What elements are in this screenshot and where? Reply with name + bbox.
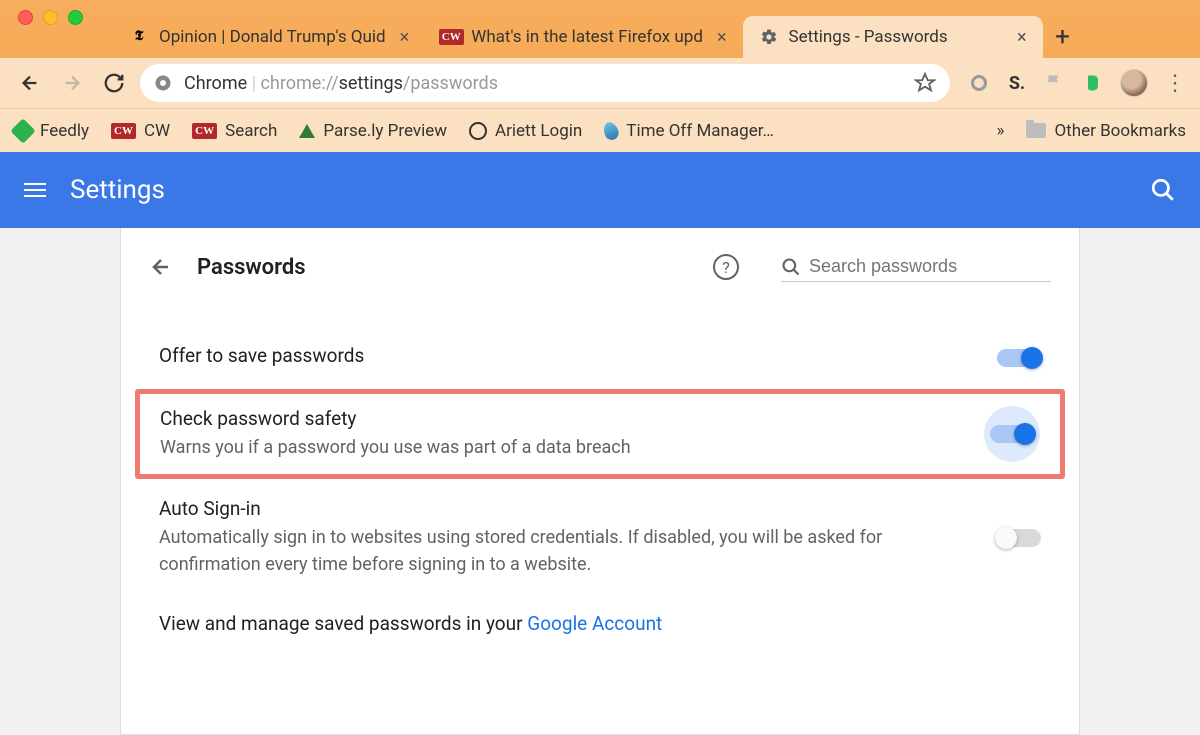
passwords-card: Passwords ? Offer to save passwords Chec… [120,228,1080,735]
nyt-icon: 𝕿 [129,27,149,47]
setting-check-safety: Check password safety Warns you if a pas… [160,402,1040,466]
bookmark-label: Ariett Login [495,121,582,141]
cw-icon: CW [111,123,136,139]
bookmark-parsely[interactable]: Parse.ly Preview [299,121,447,141]
profile-avatar[interactable] [1120,69,1148,97]
url-text: Chrome | chrome://settings/passwords [184,73,870,94]
bookmarks-bar: Feedly CW CW CW Search Parse.ly Preview Ar… [0,108,1200,152]
address-bar[interactable]: Chrome | chrome://settings/passwords [140,64,950,102]
setting-subtitle: Warns you if a password you use was part… [160,434,964,461]
setting-title: Offer to save passwords [159,344,977,367]
parsely-icon [299,124,315,138]
bookmark-label: Time Off Manager… [626,121,774,141]
manage-prefix: View and manage saved passwords in your [159,612,527,635]
content-area: Passwords ? Offer to save passwords Chec… [0,228,1200,735]
toggle-check-safety[interactable] [990,425,1034,443]
reload-button[interactable] [98,67,130,99]
bookmark-timeoff[interactable]: Time Off Manager… [604,121,774,141]
bookmark-ariett[interactable]: Ariett Login [469,121,582,141]
drop-icon [602,120,621,142]
star-icon[interactable] [914,72,936,94]
bookmark-search[interactable]: CW Search [192,121,277,141]
tab-title: Opinion | Donald Trump's Quid [159,27,386,47]
tab-title: Settings - Passwords [789,27,1003,47]
cw-icon: CW [441,27,461,47]
chrome-icon [154,74,172,92]
other-bookmarks[interactable]: Other Bookmarks [1026,121,1186,141]
setting-subtitle: Automatically sign in to websites using … [159,524,977,578]
close-tab-icon[interactable]: × [396,27,414,48]
page-title: Passwords [197,255,306,280]
extension-evernote-icon[interactable] [1082,72,1104,94]
globe-icon [469,122,487,140]
highlighted-setting: Check password safety Warns you if a pas… [135,389,1065,479]
close-tab-icon[interactable]: × [713,27,731,48]
tab-title: What's in the latest Firefox upd [471,27,703,47]
bookmark-label: Parse.ly Preview [323,121,447,141]
setting-title: Check password safety [160,407,964,430]
search-passwords[interactable] [781,252,1051,282]
toolbar: Chrome | chrome://settings/passwords S. … [0,58,1200,108]
folder-icon [1026,123,1046,138]
bookmark-cw[interactable]: CW CW [111,121,170,141]
bookmarks-overflow[interactable]: » [997,121,1005,141]
toggle-auto-signin[interactable] [997,529,1041,547]
extension-flag-icon[interactable] [1044,72,1066,94]
tab-strip: 𝕿 Opinion | Donald Trump's Quid × CW Wha… [0,0,1200,58]
gear-icon [759,27,779,47]
back-button[interactable] [14,67,46,99]
google-account-link[interactable]: Google Account [527,612,662,635]
setting-offer-save: Offer to save passwords [149,330,1051,385]
search-icon[interactable] [1150,177,1176,203]
other-bookmarks-label: Other Bookmarks [1054,121,1186,141]
feedly-icon [10,118,35,143]
close-window-button[interactable] [18,10,33,25]
minimize-window-button[interactable] [43,10,58,25]
manage-passwords-row: View and manage saved passwords in your … [149,592,1051,655]
close-tab-icon[interactable]: × [1013,27,1031,48]
tab-1[interactable]: CW What's in the latest Firefox upd × [425,16,742,58]
bookmark-label: Feedly [40,121,89,141]
setting-auto-signin: Auto Sign-in Automatically sign in to we… [149,483,1051,592]
menu-icon[interactable]: ⋮ [1164,72,1186,94]
search-input[interactable] [809,256,1051,277]
tab-0[interactable]: 𝕿 Opinion | Donald Trump's Quid × [113,16,425,58]
back-icon[interactable] [149,255,173,279]
bookmark-label: Search [225,121,277,141]
tab-2[interactable]: Settings - Passwords × [743,16,1043,58]
menu-icon[interactable] [24,183,46,197]
settings-header: Settings [0,152,1200,228]
bookmark-label: CW [144,121,170,141]
toggle-halo [984,406,1040,462]
help-icon[interactable]: ? [713,254,739,280]
extension-circle-icon[interactable] [968,72,990,94]
window-controls [18,10,83,25]
overflow-label: » [997,121,1005,141]
search-icon [781,257,801,277]
extension-s-icon[interactable]: S. [1006,72,1028,94]
new-tab-button[interactable]: + [1043,16,1083,58]
cw-icon: CW [192,123,217,139]
bookmark-feedly[interactable]: Feedly [14,121,89,141]
forward-button[interactable] [56,67,88,99]
reader-icon[interactable] [882,73,902,93]
extensions-area: S. ⋮ [960,69,1186,97]
setting-title: Auto Sign-in [159,497,977,520]
settings-title: Settings [70,175,165,205]
maximize-window-button[interactable] [68,10,83,25]
toggle-offer-save[interactable] [997,349,1041,367]
